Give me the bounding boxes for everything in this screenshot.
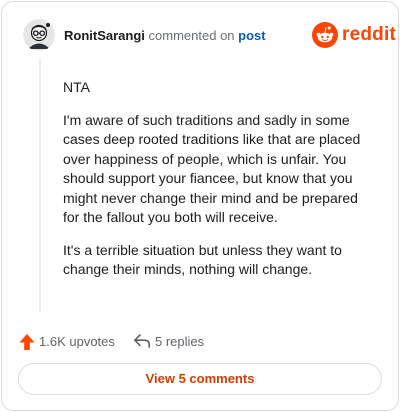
- post-link[interactable]: post: [238, 28, 265, 43]
- reddit-logo-icon: [312, 22, 338, 48]
- view-comments-button[interactable]: View 5 comments: [18, 363, 382, 395]
- reddit-wordmark: reddit: [342, 24, 396, 45]
- comment-meta: RonitSarangi commented on post: [64, 28, 266, 44]
- reddit-logo[interactable]: reddit: [312, 21, 396, 49]
- upvote-arrow-icon: [19, 334, 35, 350]
- comment-card: RonitSarangi commented on post reddit NT…: [1, 1, 399, 411]
- comment-paragraph: I'm aware of such traditions and sadly i…: [63, 111, 361, 226]
- comment-body: NTA I'm aware of such traditions and sad…: [63, 78, 373, 293]
- comment-paragraph: It's a terrible situation but unless the…: [63, 241, 342, 278]
- action-text: commented on: [148, 28, 235, 43]
- comment-header: RonitSarangi commented on post reddit: [23, 19, 396, 51]
- username[interactable]: RonitSarangi: [64, 28, 145, 43]
- comment-paragraph: NTA: [63, 79, 90, 95]
- comment-actions: 1.6K upvotes 5 replies: [19, 332, 379, 352]
- replies-count: 5 replies: [155, 334, 205, 349]
- reply-arrow-icon: [134, 334, 150, 348]
- upvote-count: 1.6K upvotes: [39, 334, 115, 349]
- thread-line: [39, 60, 41, 312]
- upvote-button[interactable]: 1.6K upvotes: [19, 332, 119, 352]
- replies-button[interactable]: 5 replies: [133, 332, 223, 352]
- avatar[interactable]: [23, 19, 55, 51]
